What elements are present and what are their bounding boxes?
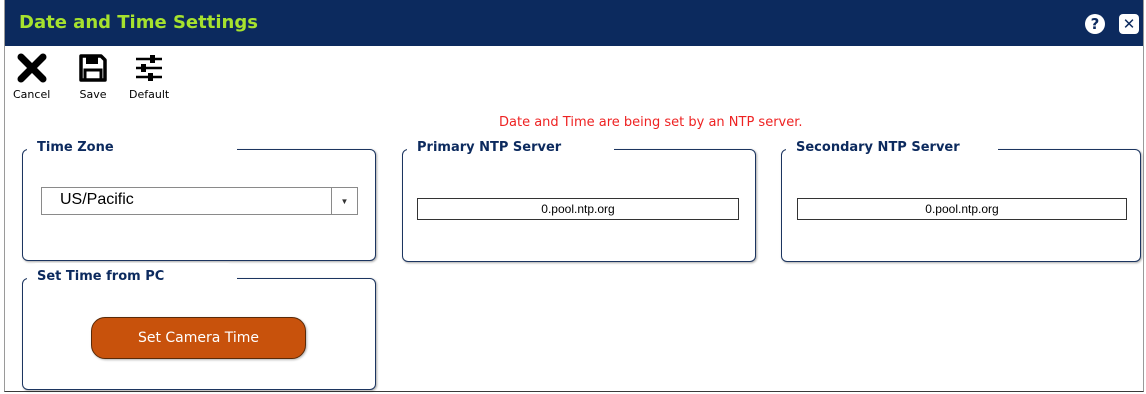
- primary-ntp-panel: Primary NTP Server: [402, 134, 756, 262]
- primary-ntp-title: Primary NTP Server: [407, 134, 614, 160]
- title-bar: Date and Time Settings ? ✕: [5, 0, 1143, 46]
- secondary-ntp-input[interactable]: [797, 198, 1127, 220]
- set-camera-time-button[interactable]: Set Camera Time: [91, 317, 306, 359]
- cancel-label: Cancel: [13, 88, 51, 101]
- close-glyph: ✕: [1122, 15, 1136, 33]
- ntp-notice: Date and Time are being set by an NTP se…: [499, 115, 803, 130]
- set-time-panel: Set Time from PC Set Camera Time: [22, 263, 376, 390]
- default-label: Default: [129, 88, 170, 101]
- help-glyph: ?: [1090, 15, 1100, 33]
- time-zone-value: US/Pacific: [60, 191, 134, 208]
- save-label: Save: [79, 88, 107, 101]
- save-button[interactable]: Save: [77, 52, 109, 101]
- secondary-ntp-panel: Secondary NTP Server: [781, 134, 1141, 262]
- set-time-title: Set Time from PC: [27, 263, 237, 289]
- sliders-icon: [136, 55, 163, 81]
- settings-window: Date and Time Settings ? ✕ Cancel Save D…: [4, 0, 1144, 392]
- floppy-disk-icon: [79, 54, 107, 82]
- chevron-down-icon[interactable]: ▼: [331, 188, 357, 214]
- time-zone-select[interactable]: US/Pacific ▼: [41, 187, 358, 215]
- close-window-icon[interactable]: ✕: [1119, 14, 1139, 34]
- help-icon[interactable]: ?: [1085, 14, 1105, 34]
- close-x-icon: [17, 53, 47, 83]
- cancel-button[interactable]: Cancel: [13, 52, 50, 101]
- default-button[interactable]: Default: [129, 52, 169, 101]
- time-zone-panel: Time Zone US/Pacific ▼: [22, 134, 376, 261]
- window-title: Date and Time Settings: [19, 12, 258, 33]
- time-zone-title: Time Zone: [27, 134, 237, 160]
- secondary-ntp-title: Secondary NTP Server: [786, 134, 998, 160]
- primary-ntp-input[interactable]: [417, 198, 739, 220]
